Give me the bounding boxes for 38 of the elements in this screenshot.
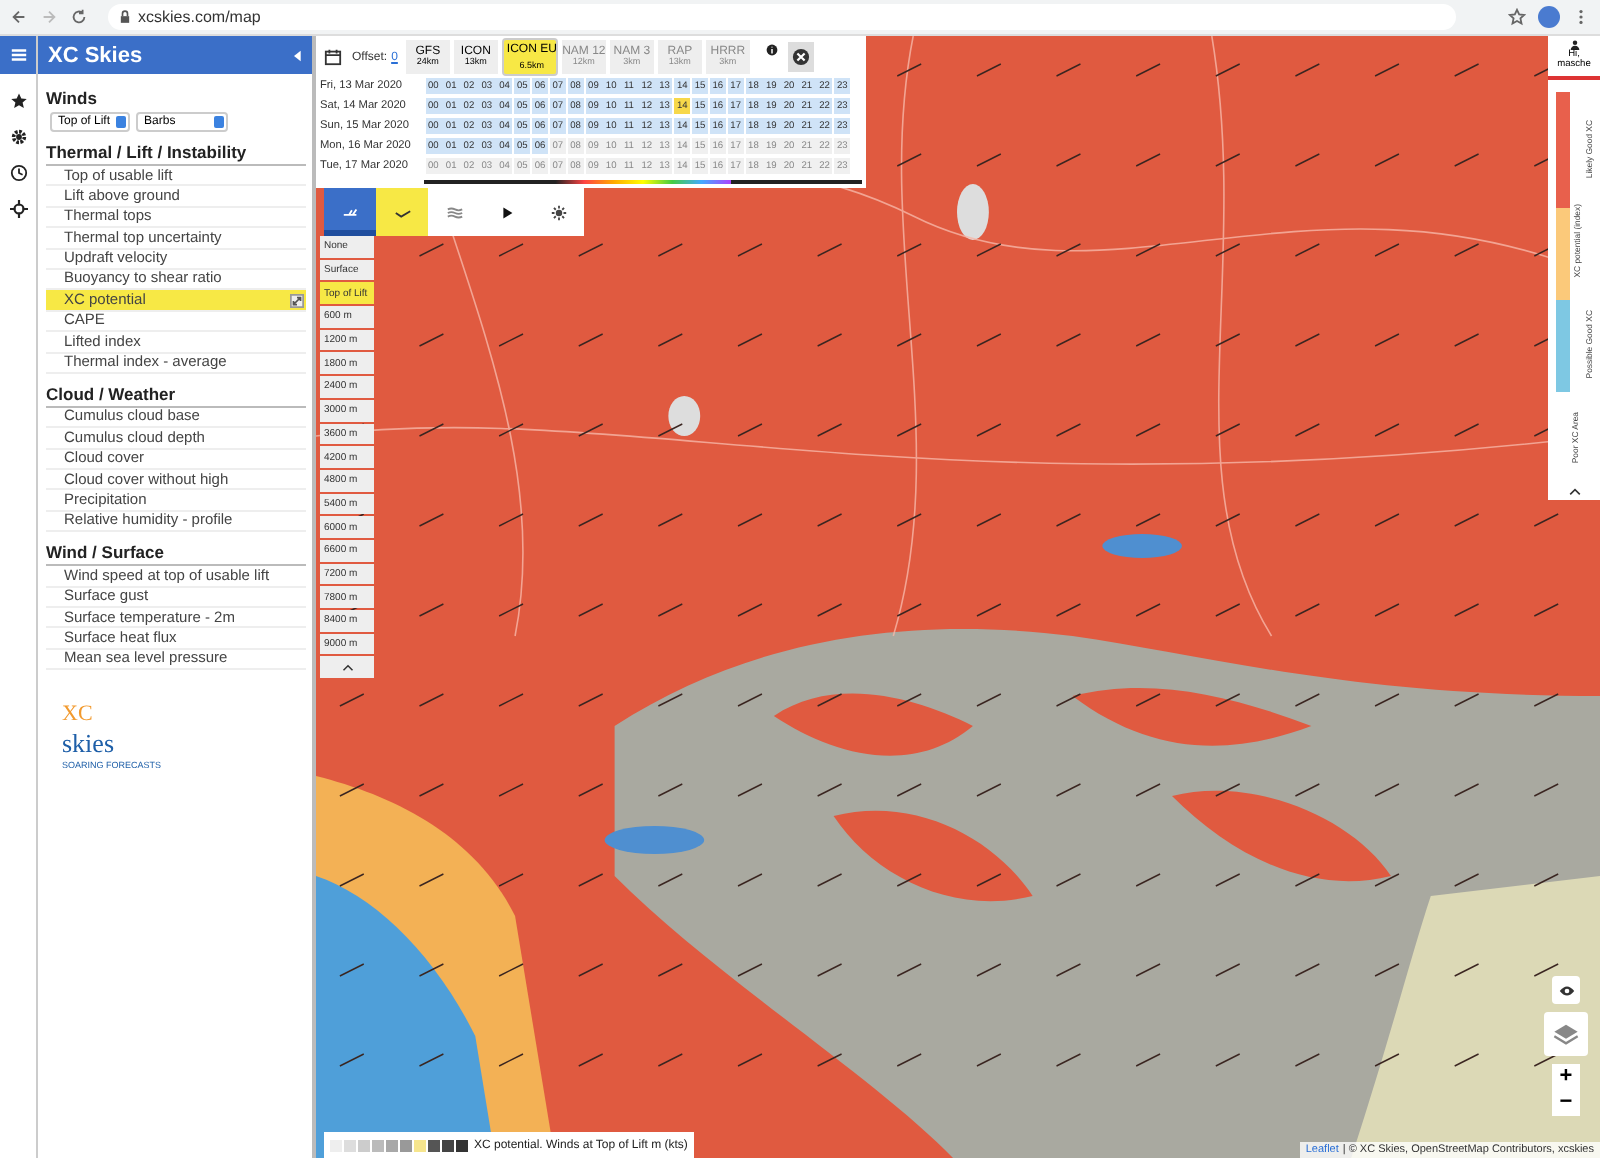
menu-button[interactable] bbox=[0, 36, 36, 74]
star-icon[interactable] bbox=[9, 92, 27, 110]
wind-icon bbox=[341, 203, 359, 221]
close-icon bbox=[791, 48, 810, 66]
close-button[interactable] bbox=[787, 42, 814, 72]
layers-icon bbox=[1552, 1020, 1580, 1048]
back-icon[interactable] bbox=[10, 8, 28, 26]
section-heading: Winds bbox=[46, 88, 99, 108]
lock-icon bbox=[120, 10, 130, 24]
expand-icon[interactable] bbox=[290, 293, 304, 308]
updown-icon bbox=[116, 116, 127, 128]
play-icon bbox=[497, 203, 515, 221]
info-icon[interactable] bbox=[765, 44, 778, 56]
waves-icon bbox=[445, 203, 463, 221]
section-heading: Cloud / Weather bbox=[46, 383, 306, 408]
collapse-icon[interactable] bbox=[294, 49, 302, 61]
menu-icon bbox=[9, 46, 27, 64]
reload-icon[interactable] bbox=[70, 8, 88, 26]
collapse-button[interactable] bbox=[320, 656, 374, 679]
person-icon bbox=[1569, 40, 1579, 50]
section-heading: Thermal / Lift / Instability bbox=[46, 142, 306, 166]
address-bar[interactable]: xcskies.com/map bbox=[108, 4, 1456, 30]
visibility-button[interactable] bbox=[1552, 976, 1580, 1004]
map-drawing[interactable] bbox=[316, 36, 1600, 1158]
calendar-icon[interactable] bbox=[324, 48, 342, 66]
caret-icon[interactable] bbox=[1567, 488, 1581, 496]
section-heading: Wind / Surface bbox=[46, 542, 306, 567]
updown-icon bbox=[214, 116, 225, 128]
settings-icon[interactable] bbox=[9, 128, 27, 146]
crosshair-icon[interactable] bbox=[9, 200, 27, 218]
app-title: XC Skies bbox=[48, 43, 143, 67]
clock-icon[interactable] bbox=[9, 164, 27, 182]
star-icon[interactable] bbox=[1508, 8, 1526, 26]
url-text: xcskies.com/map bbox=[138, 8, 261, 26]
caret-icon bbox=[342, 663, 354, 672]
eye-icon bbox=[1557, 981, 1575, 999]
profile-avatar[interactable] bbox=[1538, 6, 1560, 28]
sun-icon bbox=[549, 203, 567, 221]
